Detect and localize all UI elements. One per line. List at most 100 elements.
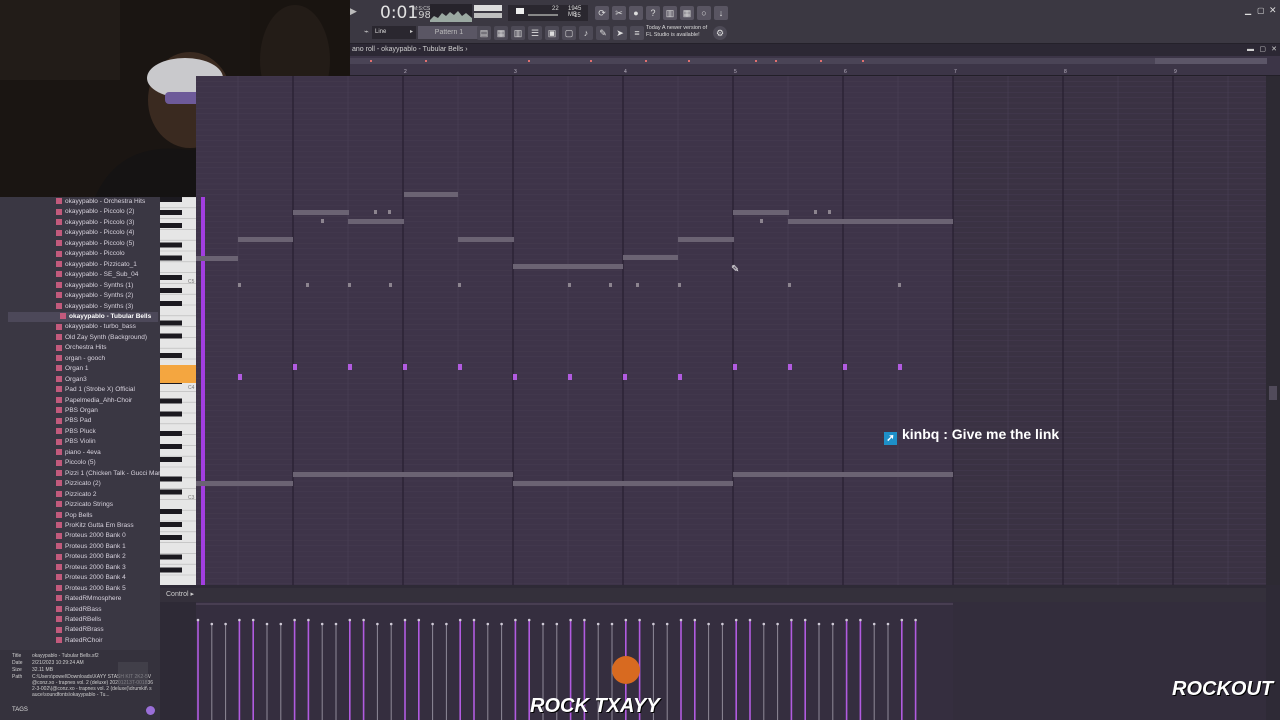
- browser-item[interactable]: RatedRMmosphere: [56, 594, 121, 604]
- velocity-handle[interactable]: [527, 618, 531, 622]
- browser-item[interactable]: Pizzicato 2: [56, 490, 96, 500]
- velocity-handle[interactable]: [790, 618, 793, 622]
- download-icon[interactable]: ↓: [714, 6, 728, 20]
- velocity-handle[interactable]: [514, 618, 517, 622]
- velocity-handle[interactable]: [210, 622, 214, 626]
- piano-roll-note[interactable]: [623, 374, 627, 380]
- piano-roll-note[interactable]: [843, 364, 847, 370]
- settings-icon[interactable]: ⚙: [713, 26, 727, 40]
- velocity-handle[interactable]: [541, 622, 545, 626]
- browser-item[interactable]: okayypablo - Pizzicato_1: [56, 260, 137, 270]
- browser-item[interactable]: Proteus 2000 Bank 5: [56, 584, 126, 594]
- event-editor[interactable]: [196, 602, 1266, 720]
- velocity-handle[interactable]: [886, 622, 890, 626]
- piano-roll-note[interactable]: [404, 192, 458, 197]
- scrollbar-thumb[interactable]: [1269, 386, 1277, 400]
- velocity-handle[interactable]: [376, 622, 379, 626]
- velocity-handle[interactable]: [486, 622, 490, 626]
- piano-roll-note[interactable]: [568, 374, 572, 380]
- velocity-handle[interactable]: [803, 618, 807, 622]
- black-key[interactable]: [160, 489, 182, 495]
- velocity-handle[interactable]: [679, 618, 683, 622]
- black-key[interactable]: [160, 353, 182, 358]
- pattern-selector[interactable]: Pattern 1: [418, 26, 480, 39]
- velocity-handle[interactable]: [845, 618, 848, 622]
- velocity-handle[interactable]: [348, 618, 352, 622]
- browser-item[interactable]: Pizzi 1 (Chicken Talk - Gucci Mane): [56, 469, 160, 479]
- browser-item[interactable]: Organ3: [56, 375, 87, 385]
- velocity-handle[interactable]: [748, 618, 752, 622]
- velocity-handle[interactable]: [900, 618, 904, 622]
- browser-item[interactable]: okayypablo - Synths (2): [56, 291, 133, 301]
- black-key[interactable]: [160, 210, 182, 215]
- minimize-icon[interactable]: ▁: [1245, 6, 1251, 15]
- velocity-handle[interactable]: [445, 622, 448, 626]
- velocity-handle[interactable]: [707, 622, 710, 626]
- browser-item[interactable]: RatedRBells: [56, 615, 101, 625]
- velocity-handle[interactable]: [596, 622, 600, 626]
- velocity-handle[interactable]: [307, 618, 310, 622]
- browser-item[interactable]: Proteus 2000 Bank 0: [56, 531, 126, 541]
- short-note[interactable]: [898, 283, 901, 287]
- window-maximize-icon[interactable]: ▢: [1259, 44, 1266, 56]
- close-icon[interactable]: ✕: [1269, 5, 1277, 16]
- piano-roll-note[interactable]: [733, 210, 789, 215]
- velocity-handle[interactable]: [293, 618, 296, 622]
- timeline-scroll[interactable]: [350, 58, 1155, 64]
- piano-roll-note[interactable]: [788, 219, 953, 224]
- browser-item[interactable]: Pad 1 (Strobe X) Official: [56, 385, 135, 395]
- black-key[interactable]: [160, 431, 182, 436]
- piano-roll-note[interactable]: [293, 364, 297, 370]
- black-key[interactable]: [160, 242, 182, 248]
- link-icon[interactable]: ⌁: [364, 27, 369, 36]
- black-key[interactable]: [160, 411, 182, 417]
- velocity-handle[interactable]: [872, 622, 876, 626]
- velocity-handle[interactable]: [734, 618, 738, 622]
- velocity-handle[interactable]: [665, 622, 669, 626]
- black-key[interactable]: [160, 288, 182, 293]
- browser-item[interactable]: okayypablo - Synths (3): [56, 302, 133, 312]
- chat-icon[interactable]: ○: [697, 6, 711, 20]
- browser-item[interactable]: Old Zay Synth (Background): [56, 333, 147, 343]
- velocity-handle[interactable]: [776, 622, 779, 626]
- browser-item[interactable]: Proteus 2000 Bank 2: [56, 552, 126, 562]
- mic-icon[interactable]: ●: [629, 6, 643, 20]
- velocity-handle[interactable]: [265, 622, 269, 626]
- black-key[interactable]: [160, 275, 182, 280]
- piano-roll-note[interactable]: [293, 472, 513, 477]
- piano-roll-note[interactable]: [678, 374, 682, 380]
- velocity-handle[interactable]: [762, 622, 766, 626]
- browser-item[interactable]: okayypablo - Piccolo (4): [56, 228, 134, 238]
- velocity-handle[interactable]: [817, 622, 821, 626]
- news-panel[interactable]: Today A newer version of FL Studio is av…: [646, 25, 707, 39]
- menu-icon[interactable]: ≡: [630, 26, 644, 40]
- browser-item[interactable]: PBS Violin: [56, 437, 96, 447]
- short-note[interactable]: [238, 283, 241, 287]
- browser-item[interactable]: RatedRBrass: [56, 625, 104, 635]
- short-note[interactable]: [458, 283, 461, 287]
- piano-roll-note[interactable]: [513, 374, 517, 380]
- velocity-handle[interactable]: [389, 622, 393, 626]
- playlist-icon[interactable]: ▤: [477, 26, 491, 40]
- brush-icon[interactable]: ✎: [596, 26, 610, 40]
- browser-item[interactable]: organ - gooch: [56, 354, 105, 364]
- piano-roll-note[interactable]: [513, 481, 733, 486]
- browser-item[interactable]: Proteus 2000 Bank 1: [56, 542, 126, 552]
- browser-item[interactable]: okayypablo - Piccolo (2): [56, 207, 134, 217]
- black-key[interactable]: [160, 476, 182, 482]
- cut-icon[interactable]: ✂: [612, 6, 626, 20]
- browser-item[interactable]: Piccolo (5): [56, 458, 96, 468]
- mixer-icon[interactable]: ▥: [663, 6, 677, 20]
- maximize-icon[interactable]: ▢: [1257, 6, 1265, 15]
- black-key[interactable]: [160, 301, 182, 306]
- play-icon[interactable]: ▶: [350, 6, 357, 17]
- plugin-db-icon[interactable]: ▢: [562, 26, 576, 40]
- browser-item[interactable]: okayypablo - Piccolo (5): [56, 239, 134, 249]
- piano-roll-note[interactable]: [403, 364, 407, 370]
- piano-roll-grid[interactable]: [196, 76, 1266, 585]
- browser-item[interactable]: PBS Organ: [56, 406, 98, 416]
- velocity-handle[interactable]: [417, 618, 421, 622]
- black-key[interactable]: [160, 554, 182, 560]
- browser-item[interactable]: Pop Bells: [56, 511, 92, 521]
- velocity-handle[interactable]: [238, 618, 241, 622]
